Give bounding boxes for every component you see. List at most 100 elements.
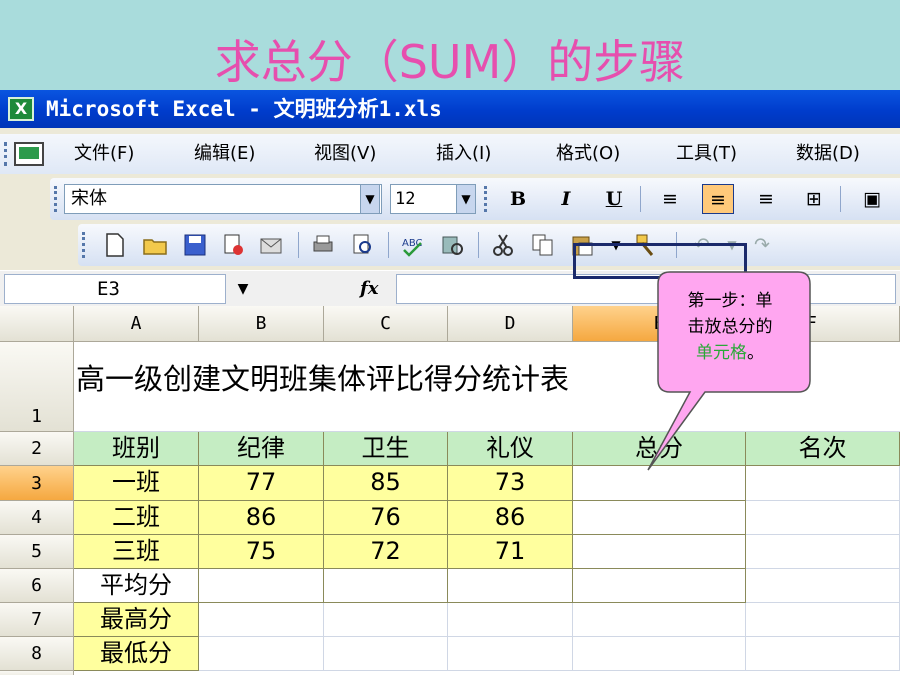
excel-app-icon: X: [8, 97, 34, 121]
italic-button[interactable]: I: [550, 184, 582, 214]
copy-icon[interactable]: [530, 232, 556, 258]
print-preview-icon[interactable]: [350, 232, 376, 258]
cell-f6[interactable]: [746, 569, 900, 603]
cell-d3[interactable]: 73: [448, 466, 573, 501]
cell-c8[interactable]: [324, 637, 448, 671]
row-header-9[interactable]: [0, 671, 74, 675]
cell-a3[interactable]: 一班: [74, 466, 199, 501]
fill-handle[interactable]: [742, 274, 749, 281]
spelling-icon[interactable]: ABC: [400, 232, 426, 258]
cell-a7[interactable]: 最高分: [74, 603, 199, 637]
underline-button[interactable]: U: [598, 184, 630, 214]
cell-b5[interactable]: 75: [199, 535, 324, 569]
cell-f7[interactable]: [746, 603, 900, 637]
header-cell-rank[interactable]: 名次: [746, 432, 900, 466]
new-document-icon[interactable]: [102, 232, 128, 258]
save-icon[interactable]: [182, 232, 208, 258]
cell-e8[interactable]: [573, 637, 746, 671]
redo-icon[interactable]: ↷: [746, 230, 778, 260]
cell-c4[interactable]: 76: [324, 501, 448, 535]
row-header-8[interactable]: 8: [0, 637, 74, 671]
column-header-b[interactable]: B: [199, 306, 324, 342]
select-all-corner[interactable]: [0, 306, 74, 342]
menu-data[interactable]: 数据(D): [796, 134, 860, 174]
cell-e4[interactable]: [573, 501, 746, 535]
menu-tools[interactable]: 工具(T): [676, 134, 737, 174]
name-box[interactable]: E3: [4, 274, 226, 304]
toolbar-grip-2: [484, 186, 488, 212]
align-center-icon[interactable]: ≡: [702, 184, 734, 214]
toolbar-grip[interactable]: [54, 186, 58, 212]
cell-a4[interactable]: 二班: [74, 501, 199, 535]
menu-insert[interactable]: 插入(I): [436, 134, 491, 174]
cell-d6[interactable]: [448, 569, 573, 603]
cell-f8[interactable]: [746, 637, 900, 671]
menu-file[interactable]: 文件(F): [74, 134, 134, 174]
row-header-4[interactable]: 4: [0, 501, 74, 535]
size-dropdown-icon[interactable]: ▼: [456, 184, 476, 214]
cell-e7[interactable]: [573, 603, 746, 637]
row-header-1[interactable]: 1: [0, 342, 74, 432]
currency-icon[interactable]: ▣: [856, 184, 888, 214]
cell-a5[interactable]: 三班: [74, 535, 199, 569]
menu-view[interactable]: 视图(V): [314, 134, 376, 174]
name-box-dropdown-icon[interactable]: ▼: [228, 274, 258, 304]
cell-a6[interactable]: 平均分: [74, 569, 199, 603]
column-header-a[interactable]: A: [74, 306, 199, 342]
print-icon[interactable]: [310, 232, 336, 258]
cell-a8[interactable]: 最低分: [74, 637, 199, 671]
menu-edit[interactable]: 编辑(E): [194, 134, 255, 174]
cell-f4[interactable]: [746, 501, 900, 535]
row-header-6[interactable]: 6: [0, 569, 74, 603]
row-header-5[interactable]: 5: [0, 535, 74, 569]
cell-b8[interactable]: [199, 637, 324, 671]
workbook-icon[interactable]: [14, 142, 44, 166]
header-cell-total[interactable]: 总分: [573, 432, 746, 466]
cell-b3[interactable]: 77: [199, 466, 324, 501]
window-titlebar: X Microsoft Excel - 文明班分析1.xls: [0, 90, 900, 128]
cell-c5[interactable]: 72: [324, 535, 448, 569]
active-cell-selection[interactable]: [573, 243, 747, 279]
research-icon[interactable]: [440, 232, 466, 258]
align-right-icon[interactable]: ≡: [750, 184, 782, 214]
toolbar-grip-3[interactable]: [82, 232, 86, 258]
toolbar-separator-2: [840, 186, 841, 212]
header-cell-etiquette[interactable]: 礼仪: [448, 432, 573, 466]
cell-f3[interactable]: [746, 466, 900, 501]
bold-button[interactable]: B: [502, 184, 534, 214]
header-cell-hygiene[interactable]: 卫生: [324, 432, 448, 466]
cell-d8[interactable]: [448, 637, 573, 671]
column-header-c[interactable]: C: [324, 306, 448, 342]
font-name-select[interactable]: 宋体: [64, 184, 382, 214]
cell-d4[interactable]: 86: [448, 501, 573, 535]
cell-b7[interactable]: [199, 603, 324, 637]
cell-e5[interactable]: [573, 535, 746, 569]
row-header-3[interactable]: 3: [0, 466, 74, 501]
cell-c3[interactable]: 85: [324, 466, 448, 501]
cell-c6[interactable]: [324, 569, 448, 603]
menubar-grip[interactable]: [4, 142, 8, 166]
row-header-7[interactable]: 7: [0, 603, 74, 637]
cell-d5[interactable]: 71: [448, 535, 573, 569]
row-header-2[interactable]: 2: [0, 432, 74, 466]
cut-icon[interactable]: [490, 232, 516, 258]
align-left-icon[interactable]: ≡: [654, 184, 686, 214]
cell-b6[interactable]: [199, 569, 324, 603]
email-icon[interactable]: [258, 232, 284, 258]
cell-e3[interactable]: [573, 466, 746, 501]
cell-f5[interactable]: [746, 535, 900, 569]
cell-c7[interactable]: [324, 603, 448, 637]
column-header-d[interactable]: D: [448, 306, 573, 342]
insert-function-icon[interactable]: fx: [360, 274, 390, 304]
merge-center-icon[interactable]: ⊞: [798, 184, 830, 214]
header-cell-discipline[interactable]: 纪律: [199, 432, 324, 466]
header-cell-class[interactable]: 班别: [74, 432, 199, 466]
cell-e6[interactable]: [573, 569, 746, 603]
permission-icon[interactable]: [220, 232, 246, 258]
font-dropdown-icon[interactable]: ▼: [360, 184, 380, 214]
open-folder-icon[interactable]: [142, 232, 168, 258]
callout-highlight: 单元格: [696, 343, 747, 363]
menu-format[interactable]: 格式(O): [556, 134, 620, 174]
cell-b4[interactable]: 86: [199, 501, 324, 535]
cell-d7[interactable]: [448, 603, 573, 637]
